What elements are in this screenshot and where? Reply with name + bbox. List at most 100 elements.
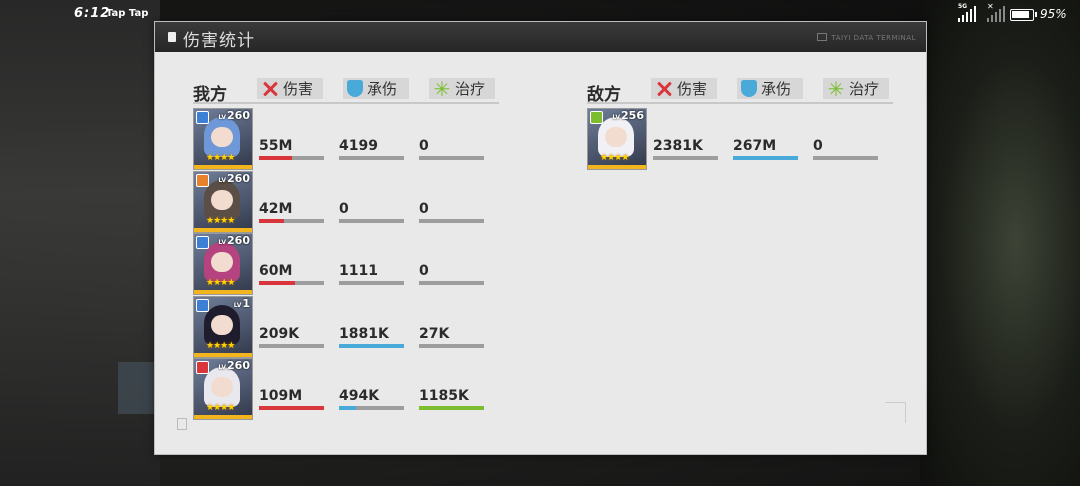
allies-row[interactable]: LV1 ★★★★ 209K 1881K 27K — [193, 295, 499, 358]
level-prefix: LV — [233, 301, 242, 309]
level-value: 256 — [621, 109, 644, 122]
heal-icon: ✳ — [827, 76, 845, 101]
battery-percent: 95% — [1040, 7, 1067, 21]
level-prefix: LV — [218, 239, 227, 246]
battery-icon — [1010, 9, 1037, 21]
level-prefix: LV — [218, 176, 227, 184]
terminal-label: TAIYI DATA TERMINAL — [817, 33, 916, 42]
class-badge-icon — [196, 111, 209, 124]
level-value: 260 — [227, 359, 250, 372]
class-badge-icon — [196, 236, 209, 249]
tank-value: 267M — [733, 138, 777, 154]
panel-header: 伤害统计 TAIYI DATA TERMINAL — [155, 22, 926, 52]
tank-bar-track — [339, 343, 404, 348]
level-value: 260 — [227, 109, 250, 122]
heal-value: 0 — [813, 138, 823, 154]
tank-bar-fill — [339, 406, 356, 410]
heal-icon: ✳ — [433, 76, 451, 101]
allies-row[interactable]: LV260 ★★★★ 55M 4199 0 — [193, 108, 499, 170]
character-avatar[interactable]: LV260 ★★★★ — [193, 108, 253, 170]
class-badge-icon — [196, 173, 209, 187]
tank-bar-fill — [733, 156, 798, 160]
heal-bar-fill — [419, 406, 484, 410]
heal-bar-track — [419, 343, 484, 348]
heal-bar-track — [419, 281, 484, 285]
signal-2-icon — [987, 6, 1005, 22]
allies-heal-header[interactable]: ✳ 治疗 — [429, 78, 495, 99]
damage-header-label: 伤害 — [677, 80, 708, 98]
allies-row[interactable]: LV260 ★★★★ 42M 0 0 — [193, 170, 499, 233]
enemies-tank-header[interactable]: 承伤 — [737, 78, 803, 99]
rarity-bar — [194, 165, 252, 169]
tank-value: 494K — [339, 388, 380, 404]
character-avatar[interactable]: LV260 ★★★★ — [193, 358, 253, 420]
enemies-heal-header[interactable]: ✳ 治疗 — [823, 78, 889, 99]
allies-row[interactable]: LV260 ★★★★ 109M 494K 1185K — [193, 358, 499, 420]
heal-bar-track — [419, 406, 484, 410]
character-avatar[interactable]: LV256 ★★★★ — [587, 108, 647, 170]
damage-value: 2381K — [653, 138, 703, 154]
damage-bar-fill — [259, 218, 284, 223]
class-badge-icon — [590, 111, 603, 124]
enemies-damage-header[interactable]: 伤害 — [651, 78, 717, 99]
damage-bar-track — [259, 406, 324, 410]
allies-damage-header[interactable]: 伤害 — [257, 78, 323, 99]
level-value: 260 — [227, 234, 250, 247]
character-level: LV260 — [218, 359, 250, 372]
tank-value: 4199 — [339, 138, 378, 154]
damage-bar-track — [259, 218, 324, 223]
character-level: LV1 — [234, 297, 250, 310]
character-avatar[interactable]: LV260 ★★★★ — [193, 170, 253, 233]
tank-bar-track — [339, 156, 404, 160]
level-prefix: LV — [218, 114, 227, 121]
enemies-title: 敌方 — [587, 85, 621, 105]
allies-header: 我方 伤害 承伤 ✳ 治疗 — [193, 76, 499, 105]
tank-bar-track — [733, 156, 798, 160]
character-face — [211, 377, 233, 397]
rarity-bar — [194, 415, 252, 419]
shield-icon — [347, 80, 363, 97]
enemies-header: 敌方 伤害 承伤 ✳ 治疗 — [587, 76, 893, 105]
corner-decoration-left — [177, 418, 187, 430]
character-avatar[interactable]: LV260 ★★★★ — [193, 233, 253, 295]
tank-value: 0 — [339, 200, 349, 217]
rarity-bar — [588, 165, 646, 169]
heal-header-label: 治疗 — [455, 80, 486, 98]
character-level: LV260 — [218, 234, 250, 247]
damage-value: 209K — [259, 325, 300, 342]
tank-bar-track — [339, 406, 404, 410]
damage-value: 55M — [259, 138, 293, 154]
allies-row[interactable]: LV260 ★★★★ 60M 1111 0 — [193, 233, 499, 295]
enemies-row[interactable]: LV256 ★★★★ 2381K 267M 0 — [587, 108, 893, 170]
tank-header-label: 承伤 — [761, 80, 792, 98]
allies-title: 我方 — [193, 85, 227, 105]
tank-bar-fill — [339, 343, 404, 348]
tank-bar-track — [339, 281, 404, 285]
star-rating-icon: ★★★★ — [206, 403, 235, 413]
damage-bar-track — [259, 281, 324, 285]
damage-value: 60M — [259, 263, 293, 279]
damage-bar-track — [259, 156, 324, 160]
character-face — [211, 314, 233, 335]
allies-tank-header[interactable]: 承伤 — [343, 78, 409, 99]
heal-value: 0 — [419, 138, 429, 154]
level-value: 1 — [242, 296, 250, 310]
character-level: LV260 — [218, 109, 250, 122]
class-badge-icon — [196, 298, 209, 312]
background-right — [920, 0, 1080, 486]
heal-value: 0 — [419, 263, 429, 279]
damage-bar-track — [653, 156, 718, 160]
character-face — [211, 127, 233, 147]
corner-decoration-right — [885, 402, 906, 423]
heal-value: 1185K — [419, 388, 469, 404]
heal-bar-track — [813, 156, 878, 160]
damage-icon — [655, 80, 673, 98]
character-level: LV260 — [218, 172, 250, 185]
rarity-bar — [194, 352, 252, 357]
tank-value: 1111 — [339, 263, 378, 279]
heal-bar-track — [419, 156, 484, 160]
level-prefix: LV — [612, 114, 621, 121]
star-rating-icon: ★★★★ — [206, 278, 235, 288]
character-avatar[interactable]: LV1 ★★★★ — [193, 295, 253, 358]
rarity-bar — [194, 290, 252, 294]
